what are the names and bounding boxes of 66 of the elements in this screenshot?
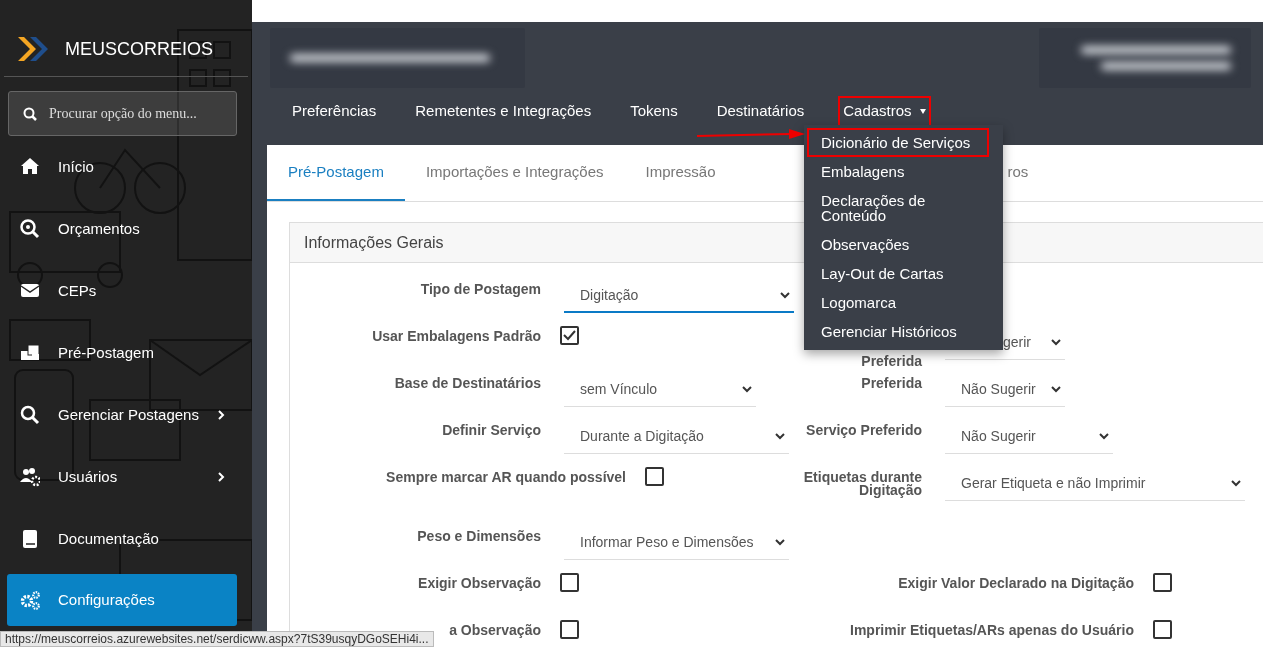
chevron-down-icon bbox=[742, 386, 752, 393]
checkbox[interactable] bbox=[560, 573, 579, 592]
magnifier-icon bbox=[20, 219, 40, 239]
sidebar-item[interactable]: Usuários bbox=[7, 446, 245, 508]
chevron-down-icon bbox=[1051, 386, 1061, 393]
select-field[interactable]: Digitação bbox=[564, 279, 794, 313]
book-icon bbox=[20, 529, 40, 549]
field-label: Imprimir Etiquetas/ARs apenas do Usuário bbox=[849, 621, 1134, 637]
sidebar-item[interactable]: Configurações bbox=[7, 574, 237, 626]
chevron-down-icon bbox=[1231, 480, 1241, 487]
menu-item[interactable]: Observações bbox=[807, 230, 1000, 259]
checkbox[interactable] bbox=[560, 620, 579, 639]
chevron-down-icon bbox=[1099, 433, 1109, 440]
tab[interactable]: Pré-Postagem bbox=[267, 145, 405, 201]
sidebar-item[interactable]: Gerenciar Postagens bbox=[7, 384, 245, 446]
sidebar-item[interactable]: CEPs bbox=[7, 260, 245, 322]
field-label: a Observação bbox=[448, 621, 541, 637]
tab[interactable]: Impressão bbox=[624, 145, 737, 201]
nav-link[interactable]: Remetentes e Integrações bbox=[410, 96, 597, 127]
field-label: Serviço Preferido bbox=[805, 421, 922, 437]
field-label: Tipo de Postagem bbox=[419, 280, 541, 296]
chevron-down-icon bbox=[775, 433, 785, 440]
nav-link[interactable]: Preferências bbox=[287, 96, 382, 127]
checkbox[interactable] bbox=[645, 467, 664, 486]
select-field[interactable]: Não Sugerir bbox=[945, 373, 1065, 407]
select-field[interactable]: sem Vínculo bbox=[564, 373, 756, 407]
checkbox[interactable] bbox=[1153, 620, 1172, 639]
field-label: Preferida bbox=[860, 374, 922, 390]
parcels-icon bbox=[20, 343, 40, 363]
status-url: https://meuscorreios.azurewebsites.net/serdicww.aspx?7tS39usqyDGoSEHi4i... bbox=[0, 631, 434, 647]
sidebar-item[interactable]: Início bbox=[7, 136, 245, 198]
sidebar-item[interactable]: Documentação bbox=[7, 508, 245, 570]
menu-item[interactable]: Embalagens bbox=[807, 157, 1000, 186]
menu-item[interactable]: Dicionário de Serviços bbox=[807, 128, 989, 157]
field-label: Base de Destinatários bbox=[393, 374, 541, 390]
field-label: Preferida bbox=[860, 352, 922, 368]
search-icon bbox=[23, 106, 37, 121]
select-field[interactable]: Informar Peso e Dimensões bbox=[564, 526, 789, 560]
menu-item[interactable]: Logomarca bbox=[807, 288, 1000, 317]
users-gear-icon bbox=[20, 467, 40, 487]
sidebar-item[interactable]: Orçamentos bbox=[7, 198, 245, 260]
field-label: Usar Embalagens Padrão bbox=[371, 327, 541, 343]
tab[interactable]: Importações e Integrações bbox=[404, 145, 625, 201]
search-field[interactable]: Procurar opção do menu... bbox=[8, 91, 237, 136]
field-label: Sempre marcar AR quando possível bbox=[385, 468, 626, 484]
search-icon bbox=[20, 405, 40, 425]
nav-link[interactable]: Tokens bbox=[625, 96, 683, 127]
field-label: Definir Serviço bbox=[441, 421, 541, 437]
checkbox[interactable] bbox=[560, 326, 579, 345]
select-field[interactable]: Gerar Etiqueta e não Imprimir bbox=[945, 467, 1245, 501]
field-label: Etiquetas durante Digitação bbox=[802, 468, 922, 497]
field-label: Peso e Dimensões bbox=[416, 527, 541, 543]
field-label: Exigir Valor Declarado na Digitação bbox=[897, 574, 1134, 590]
select-field[interactable]: Durante a Digitação bbox=[564, 420, 789, 454]
sidebar-item[interactable]: Pré-Postagem bbox=[7, 322, 245, 384]
brand-name: MEUSCORREIOS bbox=[65, 37, 214, 61]
home-icon bbox=[20, 157, 40, 177]
search-field[interactable]: Procurar opção do menu... bbox=[47, 102, 227, 125]
field-label: Exigir Observação bbox=[417, 574, 541, 590]
chevron-down-icon bbox=[780, 291, 790, 299]
gears-icon bbox=[20, 590, 40, 610]
select-field[interactable]: Não Sugerir bbox=[945, 420, 1113, 454]
checkbox[interactable] bbox=[1153, 573, 1172, 592]
chevron-down-icon bbox=[1051, 339, 1061, 346]
nav-link[interactable]: Destinatários bbox=[711, 96, 810, 127]
chevron-down-icon bbox=[775, 539, 785, 546]
